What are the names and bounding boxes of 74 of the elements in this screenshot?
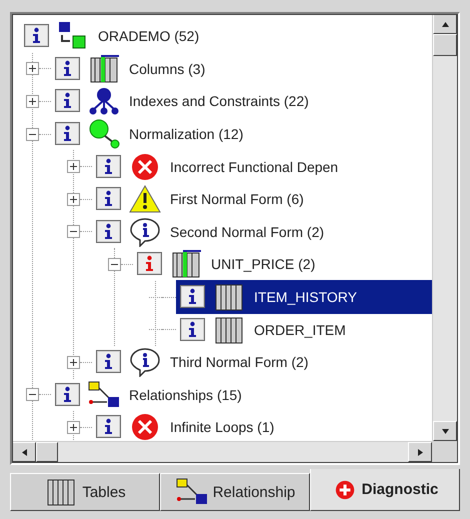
node-link-icon (87, 119, 121, 150)
expand-toggle[interactable] (67, 420, 80, 434)
expand-toggle[interactable] (26, 94, 39, 108)
info-icon (180, 318, 206, 342)
tree-item[interactable]: ITEM_HISTORY (176, 280, 432, 314)
expand-toggle[interactable] (67, 192, 80, 206)
tree-item[interactable]: Indexes and Constraints (22) (51, 84, 432, 118)
relationship-icon (174, 477, 209, 507)
item-label: First Normal Form (6) (169, 190, 305, 210)
tree-item[interactable]: Third Normal Form (2) (92, 345, 432, 380)
item-label: ORDER_ITEM (253, 320, 347, 340)
plus-icon (69, 194, 78, 204)
tree-item[interactable]: ORDER_ITEM (176, 312, 432, 347)
tree-item[interactable]: Infinite Loops (1) (92, 410, 432, 441)
info-icon (137, 252, 163, 276)
info-icon (180, 285, 206, 310)
scroll-thumb[interactable] (36, 442, 58, 462)
plus-icon (28, 64, 37, 74)
expand-toggle[interactable] (67, 225, 80, 238)
tab[interactable]: Relationship (160, 473, 310, 511)
plus-icon (69, 358, 78, 367)
expand-toggle[interactable] (26, 128, 39, 141)
tree-item[interactable]: Normalization (12) (51, 117, 432, 152)
hierarchy-icon (87, 86, 121, 116)
scroll-up-button[interactable] (433, 14, 457, 34)
expand-toggle[interactable] (26, 388, 39, 402)
info-icon (96, 415, 122, 440)
tree-item[interactable]: ORADEMO (52) (20, 19, 432, 54)
up-arrow-icon[interactable] (440, 20, 450, 28)
item-label: Second Normal Form (2) (169, 222, 326, 242)
info-bubble-icon (128, 216, 162, 247)
expand-toggle[interactable] (67, 160, 80, 174)
expand-toggle[interactable] (108, 258, 121, 271)
down-arrow-icon[interactable] (440, 426, 450, 436)
expand-toggle[interactable] (26, 62, 39, 76)
scroll-left-button[interactable] (12, 442, 36, 462)
item-label: Incorrect Functional Depen (169, 158, 340, 177)
tab[interactable]: Diagnostic (310, 469, 460, 511)
item-label: Normalization (12) (128, 125, 244, 144)
left-arrow-icon[interactable] (20, 448, 28, 456)
scroll-thumb[interactable] (433, 34, 457, 56)
item-label: Indexes and Constraints (22) (128, 92, 310, 112)
info-icon (96, 154, 122, 179)
relationship-icon (87, 380, 121, 410)
info-icon (55, 56, 81, 81)
item-label: Infinite Loops (1) (169, 418, 276, 438)
item-label: Columns (3) (128, 60, 206, 79)
item-label: Third Normal Form (2) (169, 353, 310, 372)
plus-icon (28, 96, 37, 106)
info-icon (24, 24, 50, 48)
item-label: UNIT_PRICE (2) (210, 255, 316, 274)
scroll-right-button[interactable] (408, 442, 432, 462)
tree-item[interactable]: Second Normal Form (2) (92, 214, 432, 249)
item-label: Relationships (15) (128, 386, 243, 405)
info-bubble-icon (128, 347, 162, 378)
info-icon (55, 122, 81, 146)
expand-toggle[interactable] (67, 356, 80, 369)
right-arrow-icon[interactable] (416, 448, 424, 456)
tree-item[interactable]: UNIT_PRICE (2) (133, 247, 432, 282)
info-icon (55, 382, 81, 407)
info-icon (96, 350, 122, 374)
info-icon (96, 187, 122, 212)
tab[interactable]: Tables (10, 473, 160, 511)
warning-icon (128, 184, 162, 214)
plus-icon (69, 422, 78, 432)
tree-item[interactable]: Columns (3) (51, 52, 432, 86)
tree-item[interactable]: First Normal Form (6) (92, 182, 432, 216)
info-icon (96, 220, 122, 244)
tree-item[interactable]: Relationships (15) (51, 378, 432, 412)
info-icon (55, 89, 81, 114)
scroll-down-button[interactable] (433, 421, 457, 441)
tree-item[interactable]: Incorrect Functional Depen (92, 150, 432, 184)
item-label: ORADEMO (52) (97, 27, 200, 46)
plus-icon (69, 162, 78, 172)
